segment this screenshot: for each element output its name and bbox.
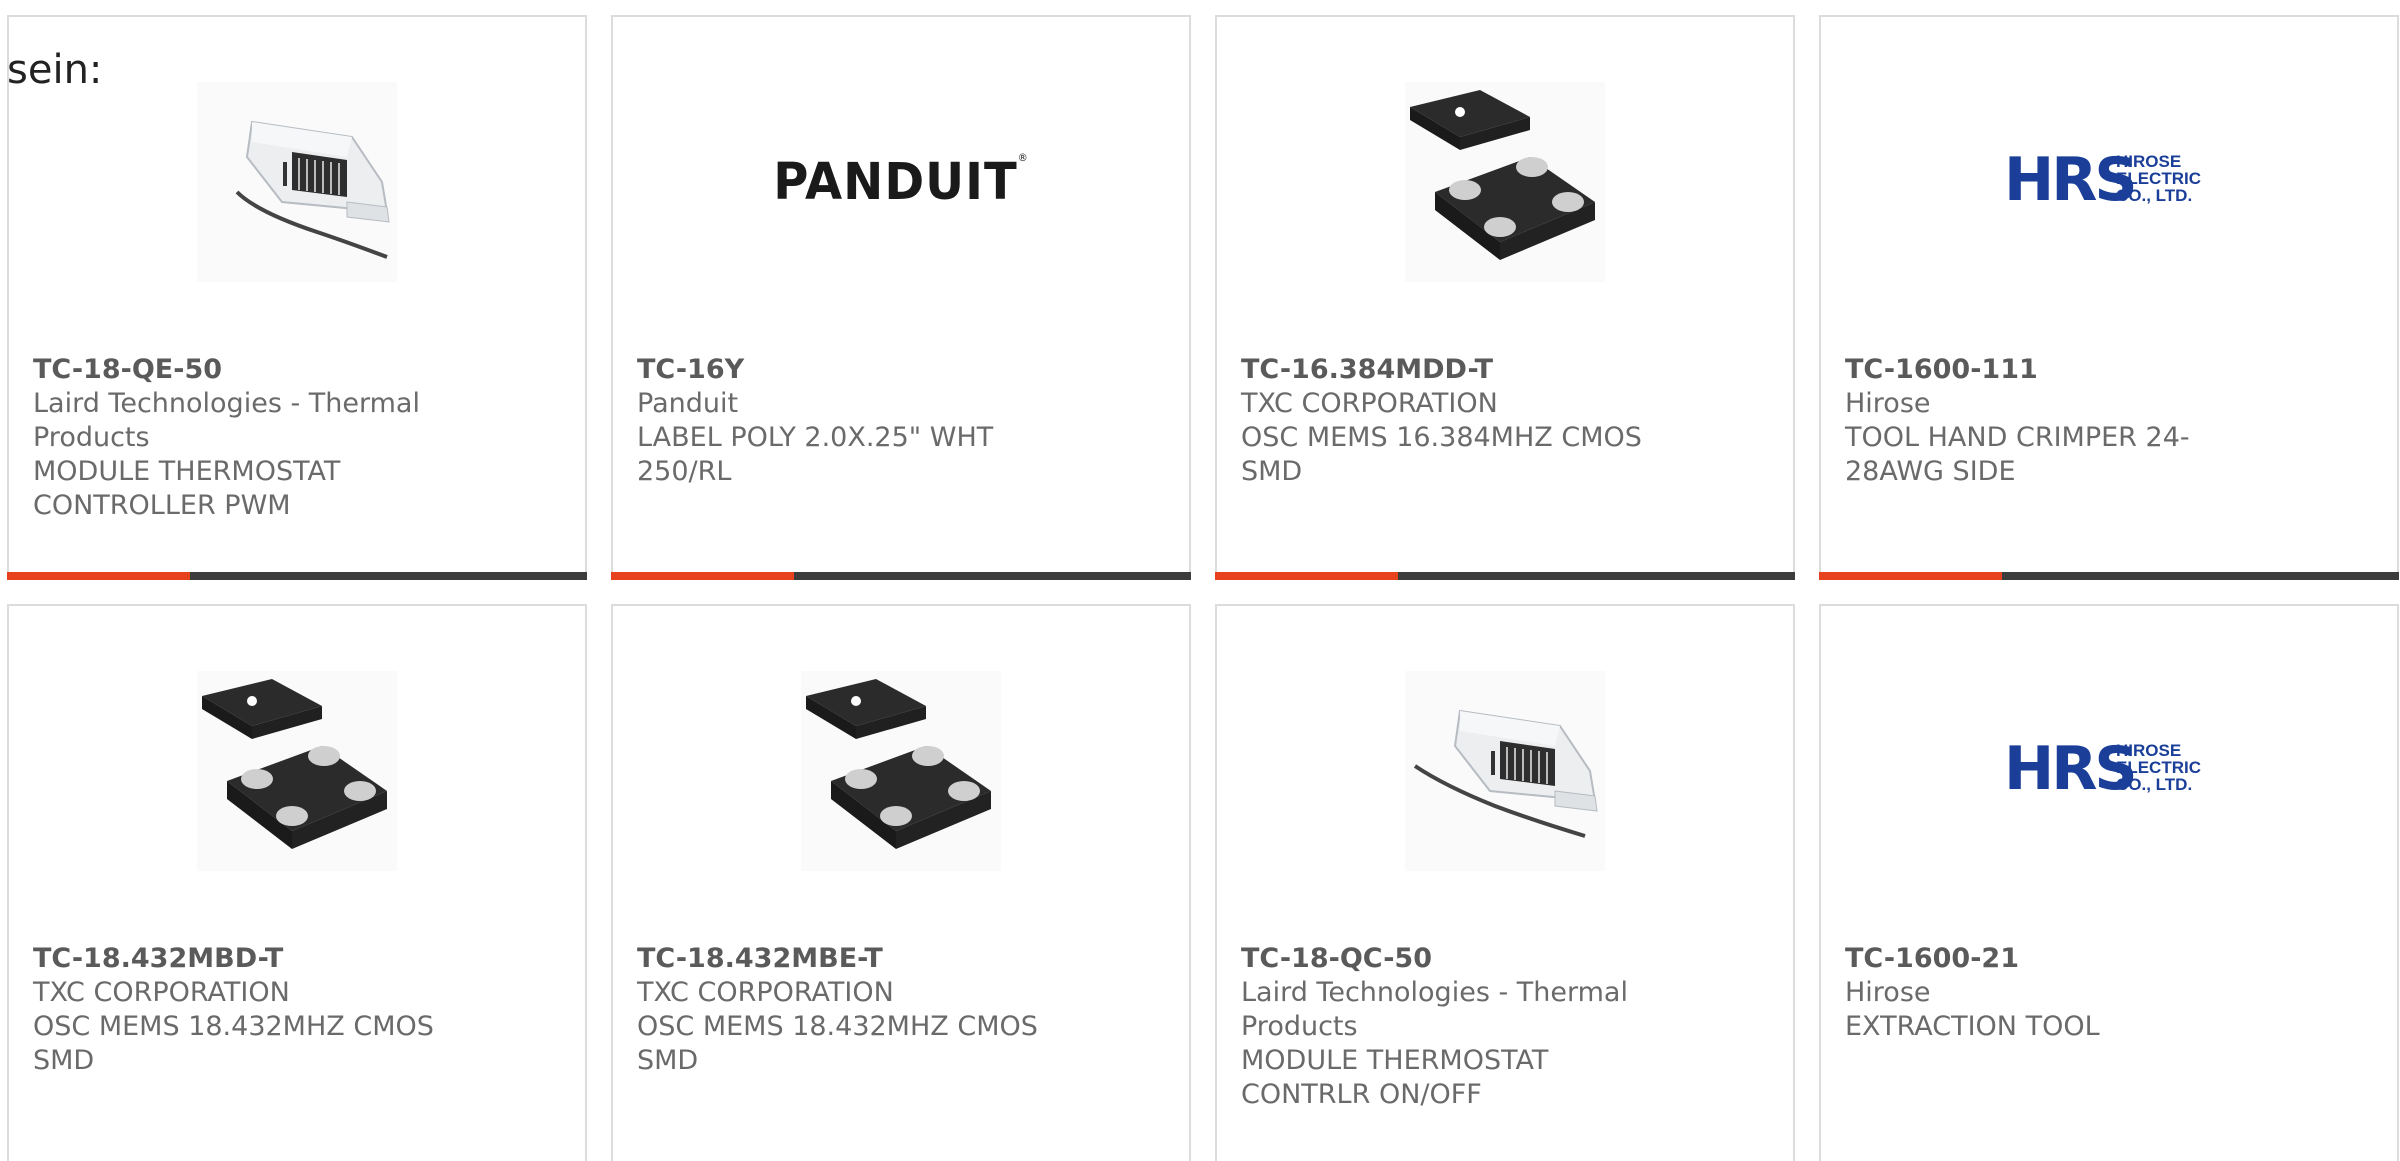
intro-text: sein: xyxy=(7,47,103,93)
hirose-logo-line-3: CO., LTD. xyxy=(2116,186,2192,205)
manufacturer: TXC CORPORATION xyxy=(1241,388,1498,419)
product-card[interactable]: HRS HIROSE ELECTRIC CO., LTD. TC-1600-11… xyxy=(1819,15,2399,580)
product-grid: TC-18-QE-50 Laird Technologies - Thermal… xyxy=(7,15,2400,1161)
manufacturer: Panduit xyxy=(637,388,739,419)
card-bottom-bar xyxy=(7,572,587,580)
panduit-logo-text: PANDUIT xyxy=(773,152,1018,212)
description: LABEL POLY 2.0X.25" WHT 250/RL xyxy=(637,422,994,487)
description: TOOL HAND CRIMPER 24-28AWG SIDE xyxy=(1845,422,2190,487)
product-image-area: HRS HIROSE ELECTRIC CO., LTD. xyxy=(1821,82,2397,282)
part-number-link[interactable]: TC-18.432MBD-T xyxy=(33,942,453,976)
part-number-link[interactable]: TC-18-QE-50 xyxy=(33,353,453,387)
product-image-area xyxy=(9,671,585,871)
product-card[interactable]: HRS HIROSE ELECTRIC CO., LTD. TC-1600-21… xyxy=(1819,604,2399,1161)
card-bottom-bar xyxy=(611,572,1191,580)
part-number-link[interactable]: TC-16.384MDD-T xyxy=(1241,353,1661,387)
product-image-area xyxy=(613,671,1189,871)
product-image-area: PANDUIT® xyxy=(613,82,1189,282)
part-number-link[interactable]: TC-1600-111 xyxy=(1845,353,2265,387)
product-info: TC-18-QC-50 Laird Technologies - Thermal… xyxy=(1241,942,1661,1112)
manufacturer: Hirose xyxy=(1845,388,1931,419)
product-info: TC-18.432MBD-T TXC CORPORATION OSC MEMS … xyxy=(33,942,453,1078)
description: OSC MEMS 16.384MHZ CMOS SMD xyxy=(1241,422,1642,487)
card-accent-bar xyxy=(1819,572,2002,580)
product-card[interactable]: PANDUIT® TC-16Y Panduit LABEL POLY 2.0X.… xyxy=(611,15,1191,580)
part-number-link[interactable]: TC-18.432MBE-T xyxy=(637,942,1057,976)
card-accent-bar xyxy=(611,572,794,580)
product-image-area xyxy=(1217,82,1793,282)
hirose-logo-line-3: CO., LTD. xyxy=(2116,775,2192,794)
manufacturer: Hirose xyxy=(1845,977,1931,1008)
product-image-area xyxy=(1217,671,1793,871)
product-card[interactable]: TC-18.432MBE-T TXC CORPORATION OSC MEMS … xyxy=(611,604,1191,1161)
description: OSC MEMS 18.432MHZ CMOS SMD xyxy=(33,1011,434,1076)
card-accent-bar xyxy=(1215,572,1398,580)
mems-oscillator-image xyxy=(1405,82,1605,282)
thermostat-module-image xyxy=(197,82,397,282)
thermostat-module-image xyxy=(1405,671,1605,871)
product-info: TC-1600-111 Hirose TOOL HAND CRIMPER 24-… xyxy=(1845,353,2265,489)
mems-oscillator-image xyxy=(801,671,1001,871)
manufacturer: TXC CORPORATION xyxy=(33,977,290,1008)
description: EXTRACTION TOOL xyxy=(1845,1011,2100,1042)
manufacturer: Laird Technologies - Thermal Products xyxy=(1241,977,1628,1042)
product-info: TC-1600-21 Hirose EXTRACTION TOOL xyxy=(1845,942,2265,1044)
card-accent-bar xyxy=(7,572,190,580)
card-bottom-bar xyxy=(1215,572,1795,580)
part-number-link[interactable]: TC-1600-21 xyxy=(1845,942,2265,976)
product-info: TC-18-QE-50 Laird Technologies - Thermal… xyxy=(33,353,453,523)
manufacturer: TXC CORPORATION xyxy=(637,977,894,1008)
part-number-link[interactable]: TC-16Y xyxy=(637,353,1057,387)
product-image-area: HRS HIROSE ELECTRIC CO., LTD. xyxy=(1821,671,2397,871)
panduit-logo: PANDUIT® xyxy=(773,152,1029,212)
hirose-logo: HRS HIROSE ELECTRIC CO., LTD. xyxy=(2004,734,2201,804)
description: MODULE THERMOSTAT CONTRLR ON/OFF xyxy=(1241,1045,1549,1110)
hirose-logo: HRS HIROSE ELECTRIC CO., LTD. xyxy=(2004,145,2201,215)
product-card[interactable]: TC-18-QC-50 Laird Technologies - Thermal… xyxy=(1215,604,1795,1161)
manufacturer: Laird Technologies - Thermal Products xyxy=(33,388,420,453)
description: MODULE THERMOSTAT CONTROLLER PWM xyxy=(33,456,341,521)
product-info: TC-16.384MDD-T TXC CORPORATION OSC MEMS … xyxy=(1241,353,1661,489)
product-card[interactable]: TC-16.384MDD-T TXC CORPORATION OSC MEMS … xyxy=(1215,15,1795,580)
product-info: TC-18.432MBE-T TXC CORPORATION OSC MEMS … xyxy=(637,942,1057,1078)
mems-oscillator-image xyxy=(197,671,397,871)
part-number-link[interactable]: TC-18-QC-50 xyxy=(1241,942,1661,976)
product-card[interactable]: TC-18.432MBD-T TXC CORPORATION OSC MEMS … xyxy=(7,604,587,1161)
product-image-area xyxy=(9,82,585,282)
product-info: TC-16Y Panduit LABEL POLY 2.0X.25" WHT 2… xyxy=(637,353,1057,489)
description: OSC MEMS 18.432MHZ CMOS SMD xyxy=(637,1011,1038,1076)
card-bottom-bar xyxy=(1819,572,2399,580)
